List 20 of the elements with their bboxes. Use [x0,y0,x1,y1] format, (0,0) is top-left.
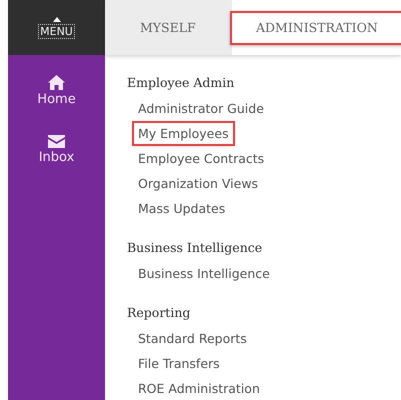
home-icon [48,75,65,90]
section-title: Reporting [127,304,192,322]
section-title: Employee Admin [127,74,236,92]
menu-button[interactable]: MENU [38,24,75,38]
menu-link[interactable]: File Transfers [134,351,224,376]
menu-link[interactable]: Business Intelligence [134,261,274,286]
sidebar-item[interactable]: Home [37,75,76,107]
tab[interactable]: MYSELF [105,0,232,55]
caret-icon [52,16,60,22]
menu-link[interactable]: My Employees [134,123,233,144]
menu-link[interactable]: Standard Reports [134,326,251,351]
menu-link[interactable]: ROE Administration [134,376,264,400]
menu-link[interactable]: Employee Contracts [134,146,268,171]
menu-link[interactable]: Organization Views [134,171,262,196]
envelope-icon [48,135,65,148]
section-title: Business Intelligence [127,239,264,257]
sidebar-item[interactable]: Inbox [38,135,74,165]
tab[interactable]: ADMINISTRATION [232,0,401,55]
menu-link[interactable]: Administrator Guide [134,96,268,121]
menu-link[interactable]: Mass Updates [134,196,230,221]
